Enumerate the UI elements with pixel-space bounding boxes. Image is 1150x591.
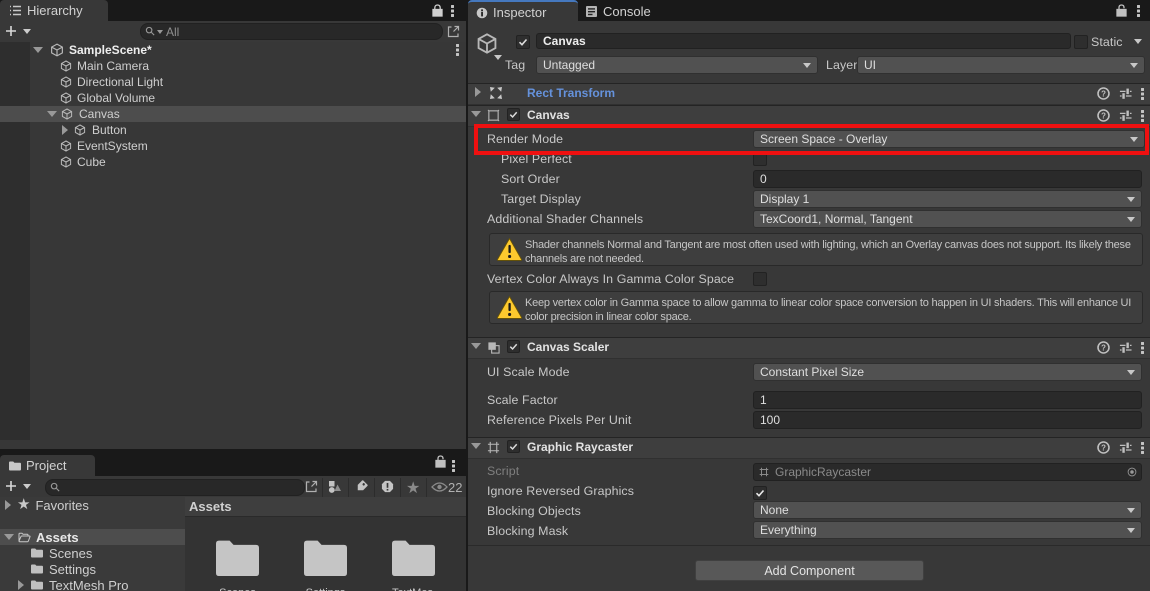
svg-text:?: ?	[1101, 89, 1106, 98]
svg-text:?: ?	[1101, 443, 1106, 452]
svg-text:?: ?	[1101, 111, 1106, 120]
svg-text:?: ?	[1101, 343, 1106, 352]
